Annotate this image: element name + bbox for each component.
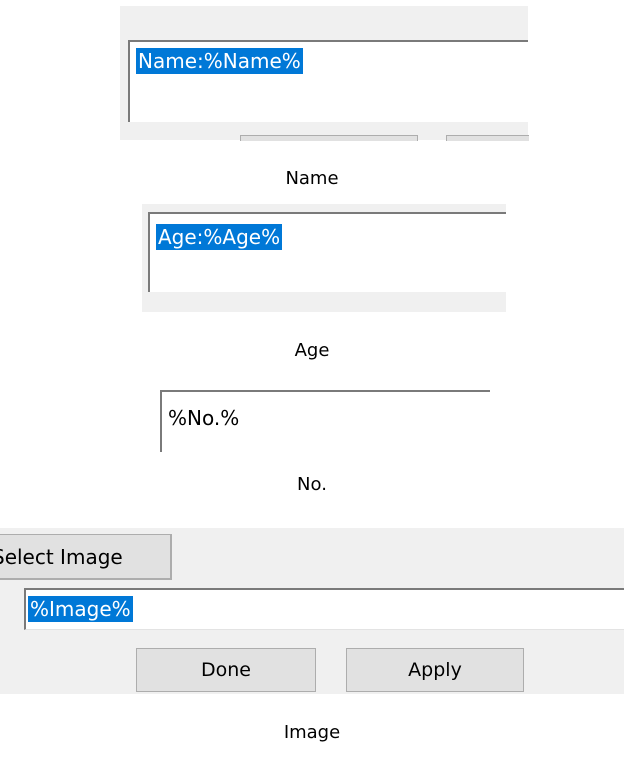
done-button-label: Done: [201, 659, 251, 681]
no-text-field[interactable]: %No.%: [160, 390, 490, 452]
image-caption: Image: [283, 722, 341, 743]
apply-button[interactable]: Apply: [346, 648, 524, 692]
name-caption: Name: [285, 168, 339, 189]
apply-button-label: Apply: [408, 659, 462, 681]
name-text-field[interactable]: Name:%Name%: [128, 40, 528, 122]
name-dialog-panel: Name:%Name%: [120, 6, 529, 141]
no-field-value: %No.%: [168, 406, 240, 430]
age-field-value: Age:%Age%: [156, 224, 283, 250]
age-caption: Age: [294, 340, 330, 361]
done-button[interactable]: Done: [136, 648, 316, 692]
no-caption: No.: [297, 474, 327, 495]
name-field-value: Name:%Name%: [136, 48, 303, 74]
select-image-button[interactable]: Select Image: [0, 534, 172, 580]
image-dialog-panel: Select Image %Image% Done Apply: [0, 528, 624, 694]
name-lower-button-edge-2[interactable]: [446, 135, 529, 141]
age-text-field[interactable]: Age:%Age%: [148, 212, 506, 292]
name-lower-button-edge[interactable]: [240, 135, 418, 141]
image-field-value: %Image%: [28, 596, 133, 622]
select-image-label: Select Image: [0, 544, 123, 569]
age-dialog-panel: Age:%Age%: [142, 204, 506, 312]
image-text-field[interactable]: %Image%: [24, 588, 624, 630]
